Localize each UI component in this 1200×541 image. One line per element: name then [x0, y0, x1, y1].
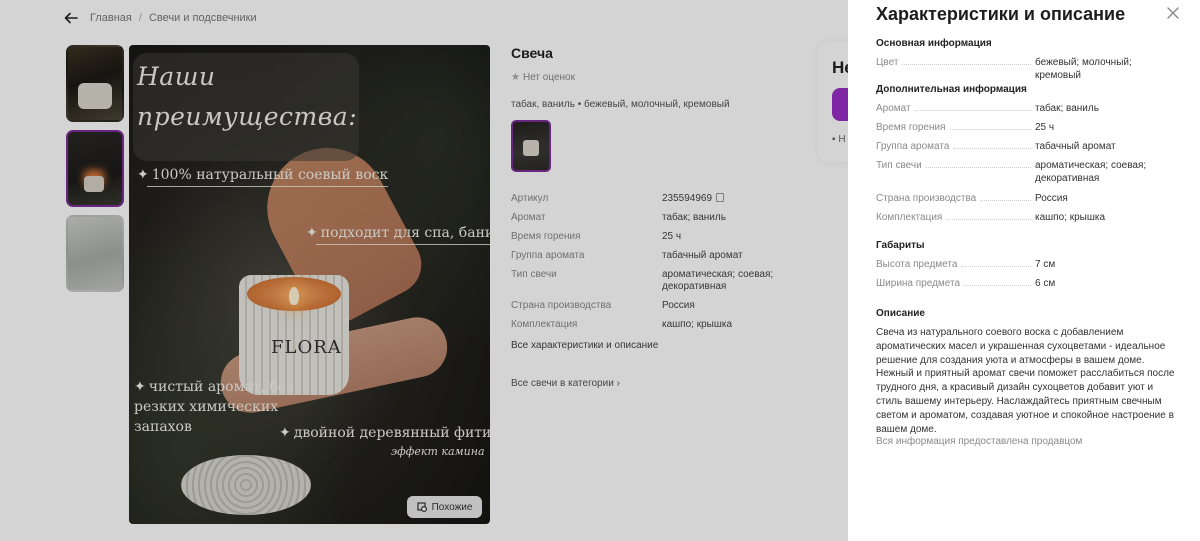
panel-title: Характеристики и описание	[876, 4, 1126, 24]
seller-note: Вся информация предоставлена продавцом	[876, 436, 1083, 447]
section-title: Основная информация	[876, 38, 992, 49]
spec-row: Цвет бежевый; молочный; кремовый	[876, 57, 1132, 81]
section-title: Дополнительная информация	[876, 84, 1027, 95]
spec-row: Комплектация кашпо; крышка	[876, 212, 1106, 223]
description-title: Описание	[876, 308, 925, 319]
description-text: Свеча из натурального соевого воска с до…	[876, 327, 1175, 435]
spec-row: Время горения 25 ч	[876, 122, 1055, 133]
specs-panel: Характеристики и описание Основная инфор…	[848, 0, 1200, 541]
spec-row: Аромат табак; ваниль	[876, 103, 1099, 114]
spec-row: Ширина предмета 6 см	[876, 278, 1056, 289]
spec-row: Группа аромата табачный аромат	[876, 141, 1116, 152]
spec-row: Страна производства Россия	[876, 193, 1068, 204]
section-title: Габариты	[876, 240, 925, 251]
spec-row: Высота предмета 7 см	[876, 259, 1056, 270]
close-icon[interactable]	[1166, 6, 1180, 20]
spec-row: Тип свечи ароматическая; соевая; декорати…	[876, 160, 1147, 184]
